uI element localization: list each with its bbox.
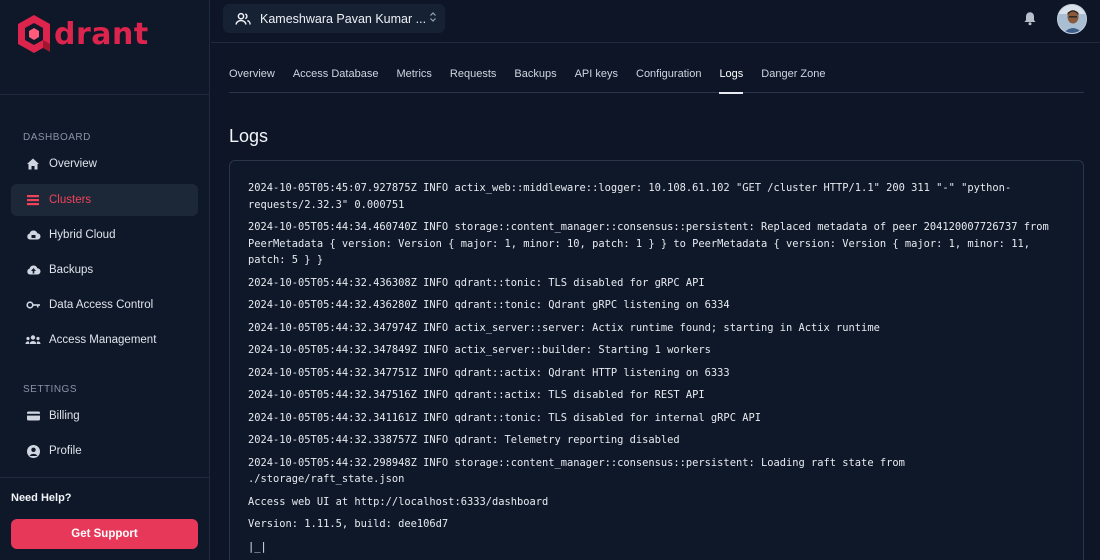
credit-card-icon: [25, 408, 41, 424]
log-line: Access web UI at http://localhost:6333/d…: [248, 495, 549, 508]
tab-danger-zone[interactable]: Danger Zone: [761, 62, 825, 93]
log-line: 2024-10-05T05:44:32.436308Z INFO qdrant:…: [248, 276, 705, 289]
sidebar-item-label: Clusters: [49, 194, 92, 206]
page-title: Logs: [229, 126, 269, 146]
sidebar-item-profile[interactable]: Profile: [11, 435, 198, 467]
sidebar-item-label: Hybrid Cloud: [49, 229, 116, 241]
home-icon: [25, 156, 41, 172]
users-icon: [25, 332, 41, 348]
tab-api-keys[interactable]: API keys: [575, 62, 618, 93]
sidebar-item-label: Access Management: [49, 334, 157, 346]
log-line: 2024-10-05T05:44:32.338757Z INFO qdrant:…: [248, 434, 680, 446]
log-line: 2024-10-05T05:44:32.347516Z INFO qdrant:…: [248, 389, 705, 401]
tab-overview[interactable]: Overview: [229, 62, 275, 93]
log-line: 2024-10-05T05:44:32.341161Z INFO qdrant:…: [248, 411, 761, 424]
log-line: |_|: [248, 540, 267, 553]
sidebar-item-access-management[interactable]: Access Management: [11, 324, 198, 356]
notification-bell-icon[interactable]: [1023, 11, 1037, 31]
section-label-settings: SETTINGS: [23, 384, 78, 395]
sidebar-item-label: Overview: [49, 158, 97, 170]
tab-bar: Overview Access Database Metrics Request…: [229, 62, 1084, 94]
log-line: 2024-10-05T05:44:32.347849Z INFO actix_s…: [248, 344, 711, 356]
section-label-dashboard: DASHBOARD: [23, 132, 91, 143]
sidebar-item-label: Data Access Control: [49, 299, 154, 311]
qdrant-logo-icon: [18, 15, 50, 53]
sidebar-divider: [0, 94, 210, 95]
key-icon: [25, 297, 41, 313]
account-selector[interactable]: Kameshwara Pavan Kumar ...: [223, 4, 445, 33]
list-icon: [25, 192, 41, 208]
cloud-upload-icon: [25, 262, 41, 278]
logo[interactable]: drant: [16, 12, 149, 56]
get-support-button[interactable]: Get Support: [11, 519, 198, 549]
sidebar-item-data-access-control[interactable]: Data Access Control: [11, 289, 198, 321]
sidebar-item-backups[interactable]: Backups: [11, 254, 198, 286]
sidebar-item-label: Billing: [49, 410, 80, 422]
log-line: 2024-10-05T05:45:07.927875Z INFO actix_w…: [248, 182, 1012, 211]
tab-metrics[interactable]: Metrics: [396, 62, 431, 93]
top-bar: Kameshwara Pavan Kumar ...: [211, 0, 1100, 43]
sidebar-item-billing[interactable]: Billing: [11, 400, 198, 432]
sidebar: drant DASHBOARD Overview Clusters Hybrid…: [0, 0, 210, 560]
sidebar-item-clusters[interactable]: Clusters: [11, 184, 198, 216]
tab-backups[interactable]: Backups: [514, 62, 556, 93]
log-line: Version: 1.11.5, build: dee106d7: [248, 518, 449, 530]
help-text: Need Help?: [11, 492, 72, 504]
avatar[interactable]: [1057, 4, 1087, 34]
tab-requests[interactable]: Requests: [450, 62, 496, 93]
user-circle-icon: [25, 443, 41, 459]
log-line: 2024-10-05T05:44:32.347974Z INFO actix_s…: [248, 321, 880, 334]
tab-logs[interactable]: Logs: [719, 62, 743, 94]
log-line: 2024-10-05T05:44:32.347751Z INFO qdrant:…: [248, 366, 730, 379]
sidebar-item-hybrid-cloud[interactable]: Hybrid Cloud: [11, 219, 198, 251]
sidebar-item-overview[interactable]: Overview: [11, 148, 198, 180]
tab-configuration[interactable]: Configuration: [636, 62, 701, 93]
app-name: drant: [54, 16, 149, 52]
account-name: Kameshwara Pavan Kumar ...: [260, 11, 427, 26]
log-line: 2024-10-05T05:44:32.436280Z INFO qdrant:…: [248, 299, 730, 311]
users-icon: [235, 12, 251, 26]
sidebar-item-label: Backups: [49, 264, 94, 276]
chevron-up-down-icon: [429, 11, 437, 24]
help-divider: [0, 477, 210, 478]
log-panel[interactable]: 2024-10-05T05:45:07.927875Z INFO actix_w…: [229, 160, 1084, 560]
tab-access-database[interactable]: Access Database: [293, 62, 379, 93]
log-line: 2024-10-05T05:44:32.298948Z INFO storage…: [248, 456, 912, 486]
sidebar-item-label: Profile: [49, 445, 82, 457]
cloud-icon: [25, 227, 41, 243]
log-line: 2024-10-05T05:44:34.460740Z INFO storage…: [248, 221, 1055, 266]
